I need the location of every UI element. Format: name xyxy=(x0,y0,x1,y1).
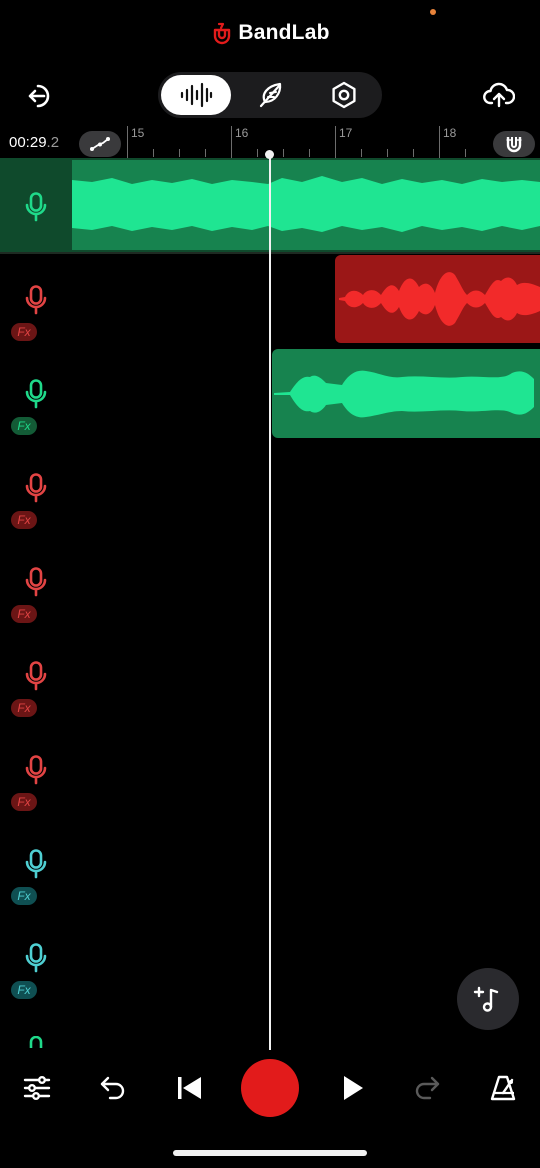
snap-toggle-button[interactable] xyxy=(493,131,535,157)
fx-badge[interactable]: Fx xyxy=(11,511,37,529)
record-button[interactable] xyxy=(241,1059,299,1117)
waveform-icon xyxy=(180,82,213,108)
clip-waveform xyxy=(274,370,534,418)
play-icon xyxy=(344,1076,363,1100)
hexagon-nut-icon xyxy=(332,81,356,109)
app-logo: BandLab xyxy=(0,18,540,48)
fx-badge[interactable]: Fx xyxy=(11,793,37,811)
clip-waveform xyxy=(72,176,540,232)
microphone-icon[interactable] xyxy=(25,755,47,785)
fx-badge[interactable]: Fx xyxy=(11,417,37,435)
redo-icon xyxy=(415,1076,440,1100)
transport-bar xyxy=(0,1050,540,1130)
bar-label: 18 xyxy=(443,126,457,140)
microphone-icon[interactable] xyxy=(25,473,47,503)
app-title: BandLab xyxy=(238,21,330,44)
playhead[interactable] xyxy=(269,152,271,1050)
fx-badge[interactable]: Fx xyxy=(11,887,37,905)
microphone-icon[interactable] xyxy=(25,192,47,222)
upload-button[interactable] xyxy=(478,76,520,114)
play-button[interactable] xyxy=(331,1068,375,1108)
microphone-icon[interactable] xyxy=(25,285,47,315)
audio-clip[interactable] xyxy=(272,349,540,438)
status-indicator xyxy=(430,9,436,15)
microphone-icon[interactable] xyxy=(29,1036,43,1048)
add-note-icon xyxy=(473,986,499,1012)
metronome-button[interactable] xyxy=(481,1068,525,1108)
fx-badge[interactable]: Fx xyxy=(11,605,37,623)
automation-button[interactable] xyxy=(79,131,121,157)
fx-badge[interactable]: Fx xyxy=(11,323,37,341)
automation-curve-icon xyxy=(90,137,110,151)
microphone-icon[interactable] xyxy=(25,661,47,691)
audio-clip[interactable] xyxy=(72,160,540,250)
clip-waveform xyxy=(339,272,540,326)
undo-icon xyxy=(100,1076,125,1100)
mixer-button[interactable] xyxy=(15,1068,59,1108)
add-instrument-button[interactable] xyxy=(457,968,519,1030)
bandlab-logo-icon xyxy=(214,22,231,45)
sliders-icon xyxy=(23,1075,51,1101)
home-indicator[interactable] xyxy=(173,1150,367,1156)
rewind-button[interactable] xyxy=(167,1068,211,1108)
magnet-icon xyxy=(506,137,522,153)
settings-mode-button[interactable] xyxy=(309,75,379,115)
microphone-icon[interactable] xyxy=(25,567,47,597)
bar-label: 16 xyxy=(235,126,249,140)
bar-label: 15 xyxy=(131,126,145,140)
playhead-handle[interactable] xyxy=(265,150,274,159)
timeline-ruler[interactable]: 15 16 17 18 xyxy=(124,126,494,160)
bar-label: 17 xyxy=(339,126,353,140)
microphone-icon[interactable] xyxy=(25,943,47,973)
fx-badge[interactable]: Fx xyxy=(11,981,37,999)
feather-icon xyxy=(259,82,282,108)
fx-badge[interactable]: Fx xyxy=(11,699,37,717)
tracks-mode-button[interactable] xyxy=(161,75,231,115)
lyrics-mode-button[interactable] xyxy=(235,75,305,115)
undo-button[interactable] xyxy=(91,1068,135,1108)
view-mode-switch xyxy=(158,72,382,118)
metronome-icon xyxy=(490,1075,516,1101)
track-headers: Fx Fx Fx Fx Fx Fx Fx Fx xyxy=(0,0,72,1168)
redo-button[interactable] xyxy=(405,1068,449,1108)
microphone-icon[interactable] xyxy=(25,849,47,879)
cloud-upload-icon xyxy=(483,82,515,108)
audio-clip[interactable] xyxy=(335,255,540,343)
microphone-icon[interactable] xyxy=(25,379,47,409)
skip-back-icon xyxy=(178,1077,201,1099)
